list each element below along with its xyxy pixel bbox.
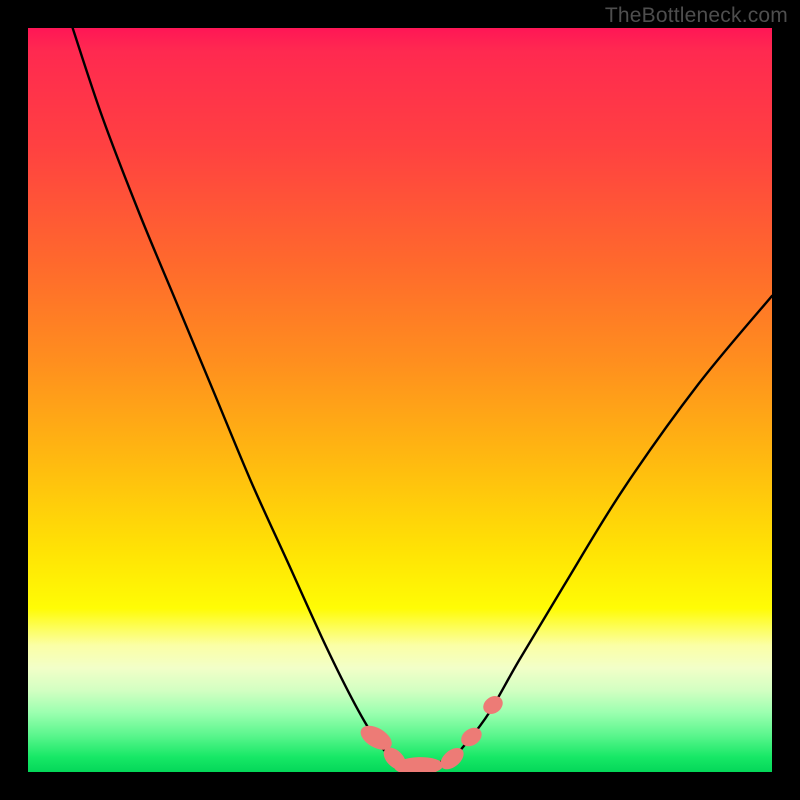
- chart-frame: TheBottleneck.com: [0, 0, 800, 800]
- watermark-text: TheBottleneck.com: [605, 4, 788, 28]
- curve-line: [73, 28, 772, 765]
- bottleneck-curve: [28, 28, 772, 772]
- trough-marker-4: [458, 724, 486, 750]
- trough-marker-5: [480, 692, 506, 717]
- plot-area: [28, 28, 772, 772]
